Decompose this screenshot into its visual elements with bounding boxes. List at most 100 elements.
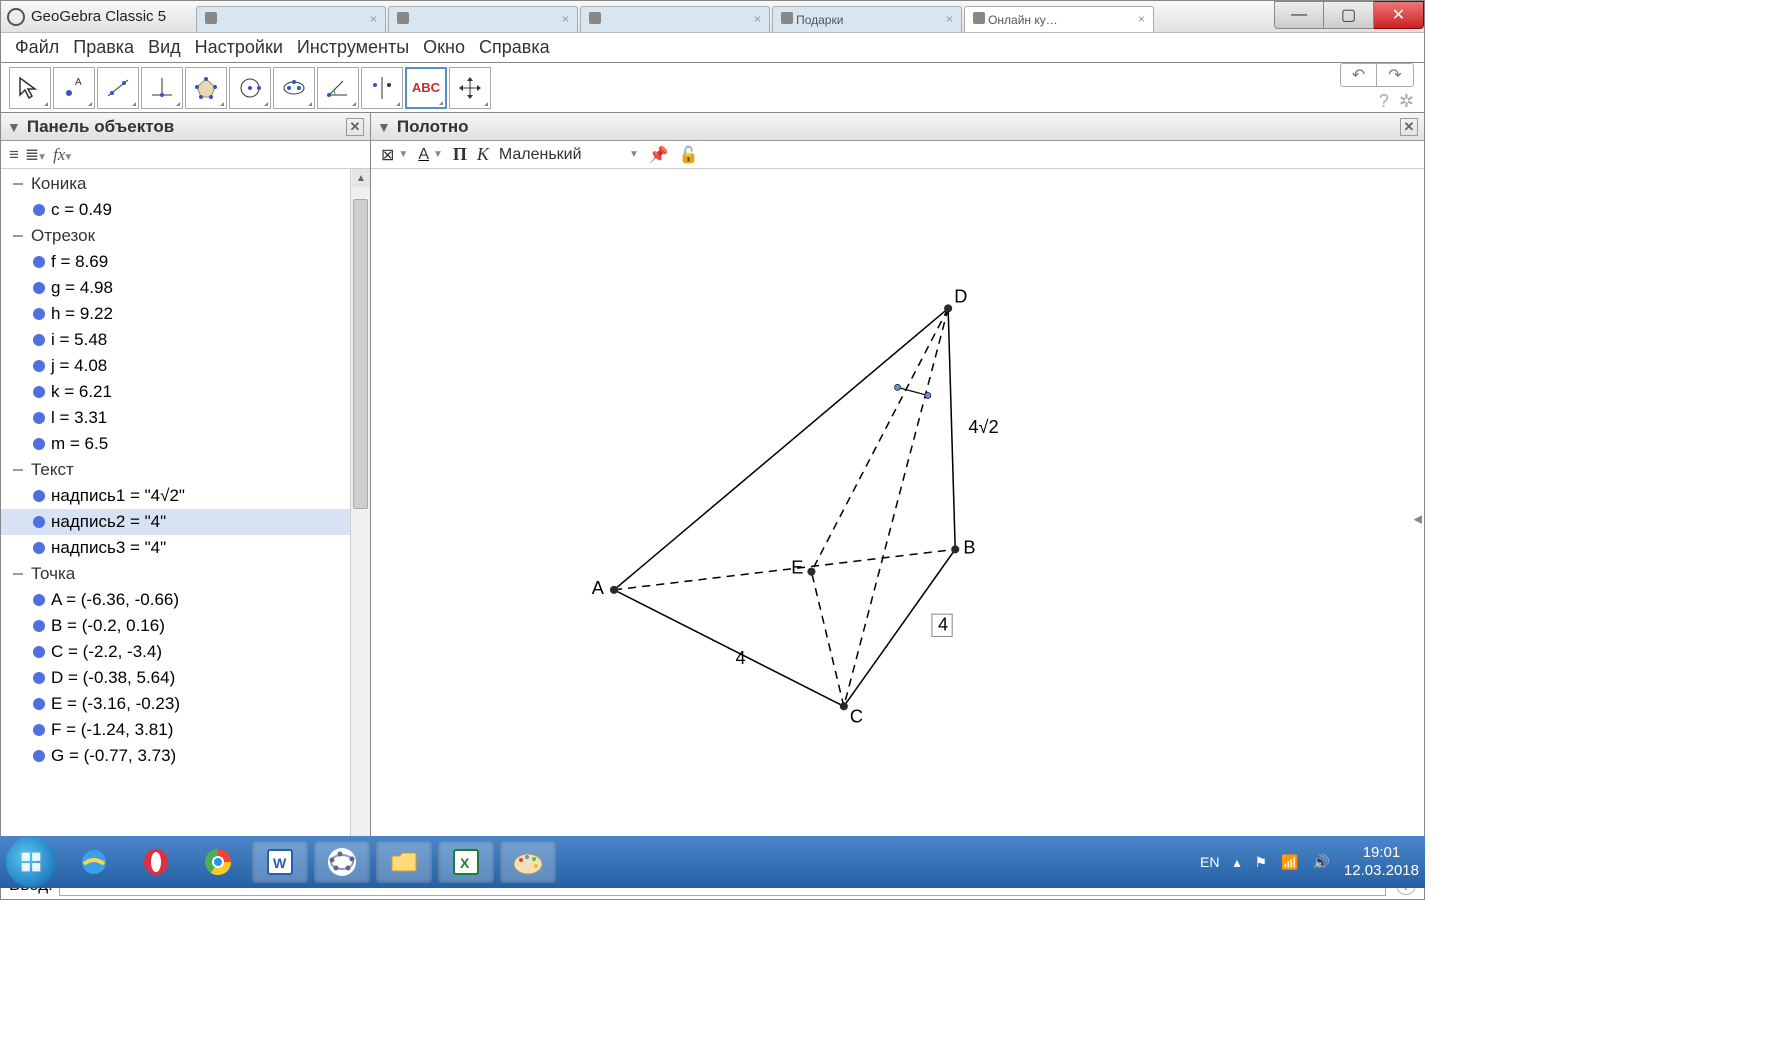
tray-network-icon[interactable]: 📶: [1281, 854, 1298, 871]
color-picker[interactable]: A▼: [418, 146, 443, 164]
objects-toolbar: ≡ ≣▼ fx▼: [1, 141, 370, 169]
browser-tab[interactable]: Подарки×: [772, 6, 962, 32]
tool-point[interactable]: A: [53, 67, 95, 109]
object-item[interactable]: i = 5.48: [1, 327, 370, 353]
tray-clock[interactable]: 19:01 12.03.2018: [1344, 844, 1419, 880]
browser-tab[interactable]: Онлайн ку…×: [964, 6, 1154, 32]
svg-text:A: A: [592, 578, 605, 598]
scroll-up-button[interactable]: ▲: [352, 169, 370, 187]
object-item[interactable]: надпись2 = "4": [1, 509, 370, 535]
minimize-button[interactable]: —: [1274, 1, 1324, 29]
help-icon[interactable]: ?: [1379, 91, 1389, 112]
objects-panel-header[interactable]: ▼ Панель объектов ✕: [1, 113, 370, 141]
object-item[interactable]: m = 6.5: [1, 431, 370, 457]
maximize-button[interactable]: ▢: [1324, 1, 1374, 29]
redo-button[interactable]: ↷: [1377, 64, 1413, 86]
object-item[interactable]: h = 9.22: [1, 301, 370, 327]
taskbar-geogebra[interactable]: [314, 841, 370, 883]
list-view-icon[interactable]: ≡: [9, 145, 19, 165]
objects-panel-close[interactable]: ✕: [346, 118, 364, 136]
tray-arrow-icon[interactable]: ▴: [1233, 854, 1240, 871]
object-item[interactable]: c = 0.49: [1, 197, 370, 223]
object-item[interactable]: C = (-2.2, -3.4): [1, 639, 370, 665]
drawing-canvas[interactable]: ABCDE4√244 ◀: [371, 169, 1424, 869]
tool-polygon[interactable]: [185, 67, 227, 109]
tray-volume-icon[interactable]: 🔊: [1312, 854, 1329, 871]
font-size-select[interactable]: Маленький▼: [499, 146, 639, 164]
svg-text:4√2: 4√2: [968, 417, 998, 437]
object-item[interactable]: j = 4.08: [1, 353, 370, 379]
menubar: ФайлПравкаВидНастройкиИнструментыОкноСпр…: [1, 33, 1424, 63]
browser-tab[interactable]: ×: [580, 6, 770, 32]
tool-perpendicular[interactable]: [141, 67, 183, 109]
tool-circle[interactable]: [229, 67, 271, 109]
tool-line[interactable]: [97, 67, 139, 109]
object-item[interactable]: F = (-1.24, 3.81): [1, 717, 370, 743]
axes-toggle[interactable]: ⊠▼: [381, 145, 408, 165]
tool-move-view[interactable]: [449, 67, 491, 109]
taskbar-explorer[interactable]: [376, 841, 432, 883]
object-category[interactable]: Коника: [1, 171, 370, 197]
menu-Настройки[interactable]: Настройки: [189, 35, 289, 60]
browser-tab[interactable]: ×: [388, 6, 578, 32]
pin-icon[interactable]: 📌: [649, 145, 669, 165]
settings-icon[interactable]: ✲: [1399, 91, 1414, 112]
object-item[interactable]: g = 4.98: [1, 275, 370, 301]
tool-angle[interactable]: [317, 67, 359, 109]
tray-flag-icon[interactable]: ⚑: [1254, 854, 1267, 871]
canvas-panel-header[interactable]: ▼ Полотно ✕: [371, 113, 1424, 141]
taskbar-ie[interactable]: [66, 841, 122, 883]
object-item[interactable]: f = 8.69: [1, 249, 370, 275]
start-button[interactable]: [6, 837, 56, 887]
object-item[interactable]: G = (-0.77, 3.73): [1, 743, 370, 769]
object-item[interactable]: D = (-0.38, 5.64): [1, 665, 370, 691]
object-item[interactable]: l = 3.31: [1, 405, 370, 431]
browser-tab[interactable]: ×: [196, 6, 386, 32]
menu-Инструменты[interactable]: Инструменты: [291, 35, 415, 60]
lock-icon[interactable]: 🔓: [679, 145, 699, 165]
italic-button[interactable]: К: [477, 144, 489, 165]
object-item[interactable]: A = (-6.36, -0.66): [1, 587, 370, 613]
undo-button[interactable]: ↶: [1341, 64, 1377, 86]
objects-list[interactable]: Коникаc = 0.49Отрезокf = 8.69g = 4.98h =…: [1, 169, 370, 869]
object-item[interactable]: надпись3 = "4": [1, 535, 370, 561]
taskbar-paint[interactable]: [500, 841, 556, 883]
taskbar-excel[interactable]: X: [438, 841, 494, 883]
taskbar-word[interactable]: W: [252, 841, 308, 883]
close-button[interactable]: ✕: [1374, 1, 1424, 29]
sort-icon[interactable]: ≣▼: [25, 145, 47, 165]
browser-tabs: ×××Подарки×Онлайн ку…×: [196, 2, 1424, 32]
object-item[interactable]: B = (-0.2, 0.16): [1, 613, 370, 639]
menu-Файл[interactable]: Файл: [9, 35, 65, 60]
object-category[interactable]: Отрезок: [1, 223, 370, 249]
object-item[interactable]: E = (-3.16, -0.23): [1, 691, 370, 717]
menu-Правка[interactable]: Правка: [67, 35, 140, 60]
canvas-panel-close[interactable]: ✕: [1400, 118, 1418, 136]
menu-Вид[interactable]: Вид: [142, 35, 187, 60]
svg-text:A: A: [75, 77, 82, 88]
tool-text[interactable]: ABC: [405, 67, 447, 109]
object-item[interactable]: k = 6.21: [1, 379, 370, 405]
bold-button[interactable]: П: [453, 144, 467, 165]
tray-time: 19:01: [1344, 844, 1419, 862]
canvas-panel-title: Полотно: [397, 117, 469, 137]
canvas-edge-handle[interactable]: ◀: [1414, 513, 1422, 526]
tool-move[interactable]: [9, 67, 51, 109]
taskbar-chrome[interactable]: [190, 841, 246, 883]
tool-reflect[interactable]: [361, 67, 403, 109]
object-category[interactable]: Текст: [1, 457, 370, 483]
object-item[interactable]: надпись1 = "4√2": [1, 483, 370, 509]
taskbar-opera[interactable]: [128, 841, 184, 883]
svg-text:B: B: [963, 537, 975, 557]
svg-text:E: E: [791, 558, 803, 578]
fx-icon[interactable]: fx▼: [53, 145, 73, 165]
svg-text:X: X: [460, 855, 470, 871]
object-category[interactable]: Точка: [1, 561, 370, 587]
menu-Справка[interactable]: Справка: [473, 35, 556, 60]
app-icon: [7, 8, 25, 26]
tool-ellipse[interactable]: [273, 67, 315, 109]
menu-Окно[interactable]: Окно: [417, 35, 471, 60]
scroll-thumb[interactable]: [353, 199, 368, 509]
objects-scrollbar[interactable]: ▲ ▼: [350, 169, 370, 869]
tray-lang[interactable]: EN: [1200, 854, 1219, 870]
